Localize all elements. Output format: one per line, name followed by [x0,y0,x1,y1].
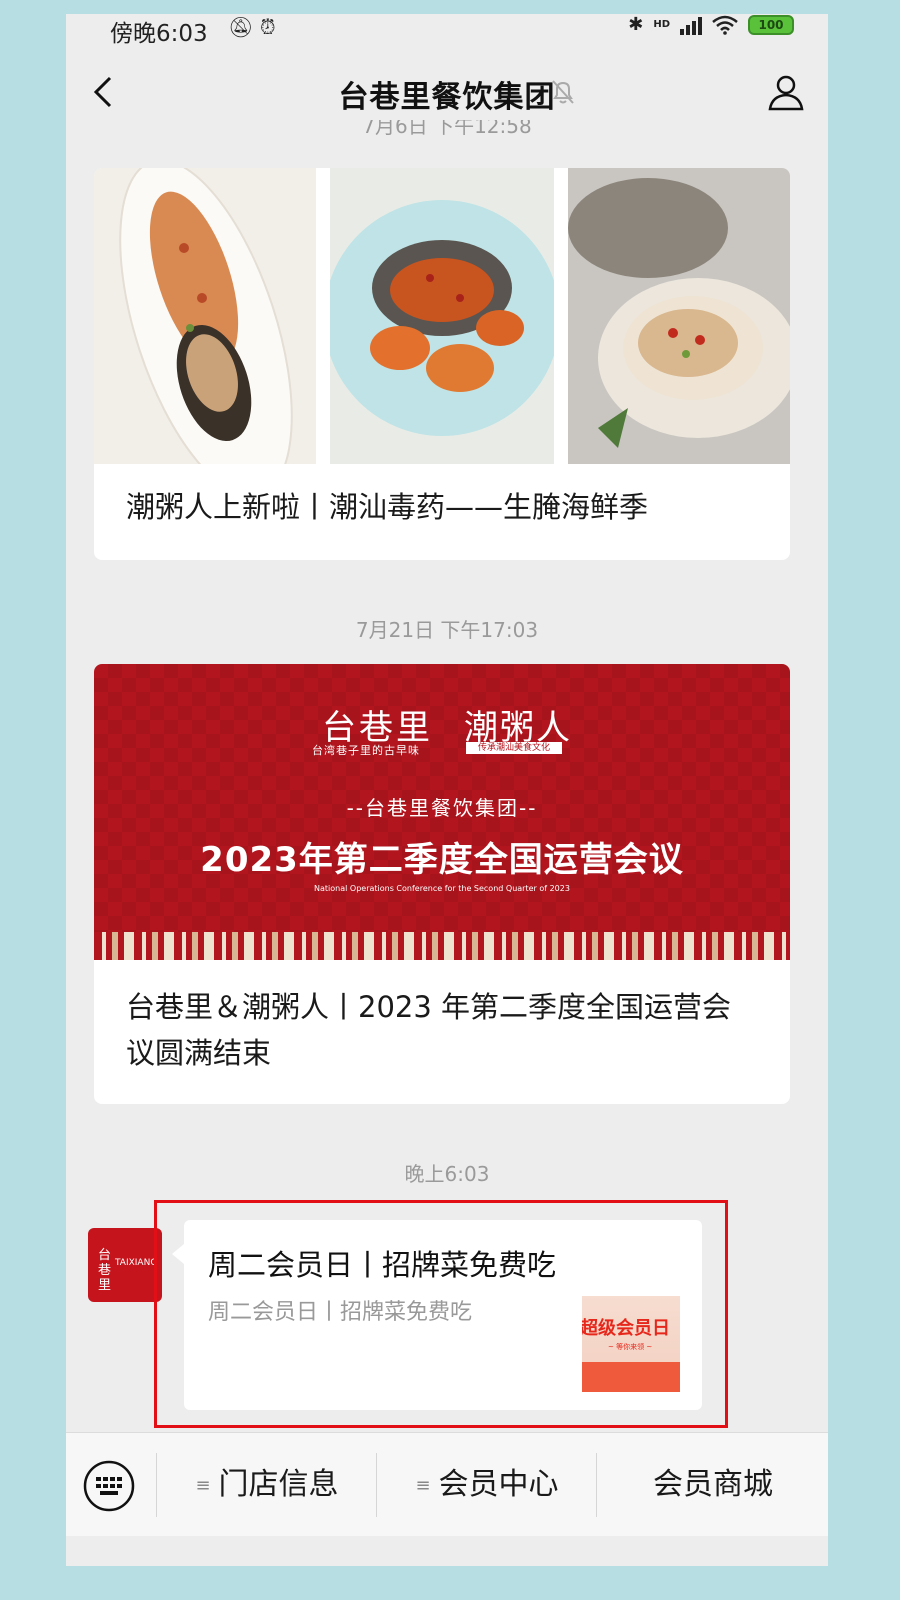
page-title: 台巷里餐饮集团 [338,80,556,115]
menu-member-mall[interactable]: 会员商城 [598,1433,828,1537]
banner-headline: 2023年第二季度全国运营会议 [200,840,684,880]
status-bar: 傍晚6:03 🔕︎ ⏰︎ ✱ HD 100 [66,14,828,47]
phone-screen: 傍晚6:03 🔕︎ ⏰︎ ✱ HD 100 台巷里餐饮集团 7月6日 下午12:… [66,14,828,1566]
brand-tagline-b: 传承潮汕美食文化 [466,742,562,754]
menu-list-icon: ≡ [195,1475,211,1496]
menu-member-center[interactable]: ≡ 会员中心 [378,1433,596,1537]
article-caption: 台巷里＆潮粥人丨2023 年第二季度全国运营会议圆满结束 [126,990,732,1070]
timestamp: 7月21日 下午17:03 [355,618,539,642]
menu-list-icon: ≡ [415,1475,431,1496]
battery-indicator: 100 [748,14,794,35]
account-avatar[interactable]: 台巷里 TAIXIANG [88,1228,162,1302]
photo-oyster [568,168,790,464]
muted-bell-icon [552,80,574,104]
brand-tagline: 台湾巷子里的古早味 [312,744,420,757]
article-caption: 潮粥人上新啦丨潮汕毒药——生腌海鲜季 [126,490,649,524]
menu-store-info[interactable]: ≡ 门店信息 [158,1433,376,1537]
article-card-seafood[interactable]: 潮粥人上新啦丨潮汕毒药——生腌海鲜季 [94,168,790,560]
photo-shrimp-platter [94,168,316,464]
menu-divider [596,1453,597,1517]
timestamp-partial: 7月6日 下午12:58 [362,120,532,136]
network-label: HD [653,19,670,30]
conference-banner: 台巷里 台湾巷子里的古早味 潮粥人 传承潮汕美食文化 --台巷里餐饮集团-- 2… [94,664,790,960]
photo-crab-dish [330,168,554,464]
bottom-menu-bar: ≡ 门店信息 ≡ 会员中心 会员商城 [66,1432,828,1536]
wifi-icon [712,15,738,35]
profile-icon[interactable] [766,72,806,112]
alarm-icon: ⏰︎ [260,15,276,39]
highlight-box [154,1200,728,1428]
banner-subtitle-en: National Operations Conference for the S… [314,884,570,893]
article-card-conference[interactable]: 台巷里 台湾巷子里的古早味 潮粥人 传承潮汕美食文化 --台巷里餐饮集团-- 2… [94,664,790,1104]
keyboard-icon[interactable] [82,1459,136,1513]
status-time: 傍晚6:03 [110,21,208,47]
banner-decorative-stripe [94,932,790,960]
menu-divider [376,1453,377,1517]
timestamp: 晚上6:03 [404,1162,490,1186]
mute-icon: 🔕︎ [228,15,254,39]
signal-icon [680,15,702,35]
chat-header: 台巷里餐饮集团 [66,62,828,122]
menu-divider [156,1453,157,1517]
status-right: ✱ HD 100 [628,14,794,35]
bluetooth-icon: ✱ [628,14,644,35]
banner-group-name: --台巷里餐饮集团-- [346,796,538,820]
